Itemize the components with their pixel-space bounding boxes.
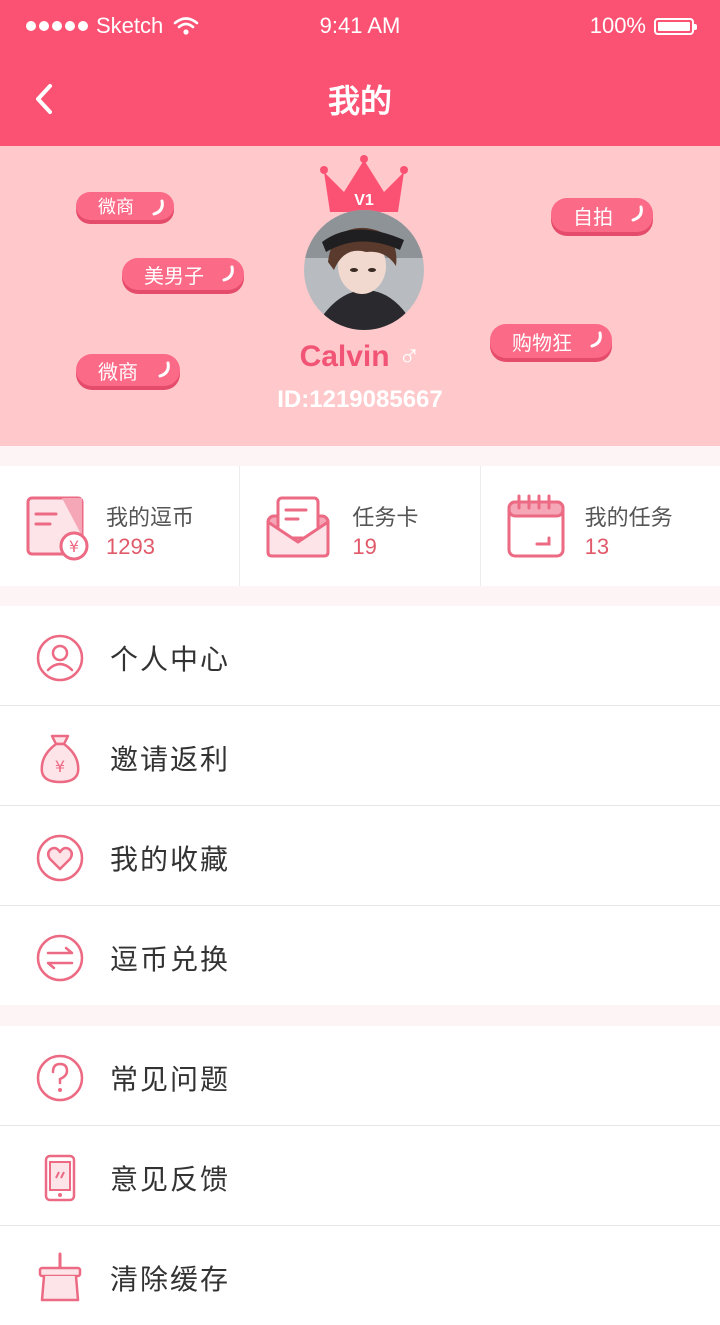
page-title: 我的: [327, 82, 392, 120]
coin-document-icon: ¥: [26, 496, 89, 561]
tag-curl-icon: [631, 205, 643, 222]
stat-task-card[interactable]: 任务卡 19: [239, 466, 479, 586]
stat-label: 我的任务: [584, 506, 673, 531]
user-name-text: Calvin: [299, 340, 390, 373]
menu-item-feedback[interactable]: 意见反馈: [0, 1126, 720, 1226]
person-icon: [36, 634, 84, 682]
crown-level: V1: [354, 192, 374, 209]
stat-value: 13: [584, 534, 610, 559]
menu-label: 邀请返利: [110, 743, 231, 776]
stat-label: 我的逗币: [106, 506, 195, 531]
menu-label: 我的收藏: [110, 843, 231, 876]
stat-my-tasks[interactable]: 我的任务 13: [479, 466, 720, 586]
avatar-block[interactable]: V1: [300, 154, 428, 330]
exchange-arrows-icon: [36, 934, 84, 982]
stats-row: ¥ 我的逗币 1293 任务卡 19 我的任务 13: [0, 466, 720, 586]
status-right: 100%: [589, 13, 697, 39]
stat-value: 19: [352, 534, 377, 559]
tag-curl-icon: [152, 199, 164, 216]
menu-label: 逗币兑换: [110, 943, 231, 976]
crown-icon: V1: [320, 155, 408, 212]
stat-label: 任务卡: [352, 506, 419, 531]
svg-text:¥: ¥: [69, 537, 79, 556]
battery-percent: 100%: [589, 13, 646, 38]
avatar-photo: [304, 210, 424, 330]
avatar[interactable]: [304, 210, 424, 330]
svg-text:¥: ¥: [55, 757, 65, 776]
calendar-icon: [507, 494, 565, 558]
menu-item-faq[interactable]: 常见问题: [0, 1026, 720, 1126]
question-icon: [36, 1054, 84, 1102]
tag-label: 美男子: [144, 263, 204, 288]
status-bar: Sketch 9:41 AM 100%: [0, 0, 720, 52]
tag-label: 微商: [98, 197, 134, 218]
menu-label: 清除缓存: [110, 1263, 231, 1296]
menu-item-invite-rebate[interactable]: ¥ 邀请返利: [0, 706, 720, 806]
menu-label: 常见问题: [110, 1063, 231, 1096]
stat-value: 1293: [106, 534, 155, 559]
gender-male-icon: ♂: [397, 340, 421, 373]
broom-icon: [38, 1252, 82, 1302]
menu-item-personal-center[interactable]: 个人中心: [0, 606, 720, 706]
menu-item-clear-cache[interactable]: 清除缓存: [0, 1226, 720, 1325]
tag-curl-icon: [222, 265, 234, 282]
menu-label: 个人中心: [110, 643, 231, 676]
envelope-icon: [266, 496, 330, 558]
phone-feedback-icon: [44, 1154, 76, 1202]
menu-item-favorites[interactable]: 我的收藏: [0, 806, 720, 906]
heart-icon: [36, 834, 84, 882]
battery-icon: [654, 17, 697, 35]
menu-group-account: 个人中心 ¥ 邀请返利 我的收藏 逗币兑换: [0, 606, 720, 1005]
tag-label: 自拍: [573, 204, 613, 229]
menu-label: 意见反馈: [110, 1163, 231, 1196]
profile-header: 微商 美男子 微商 自拍 购物狂 V1 Calvin ♂ ID:12190856…: [0, 146, 720, 446]
user-name: Calvin ♂: [0, 340, 720, 374]
user-id: ID:1219085667: [277, 386, 443, 413]
stat-coins[interactable]: ¥ 我的逗币 1293: [0, 466, 239, 586]
menu-group-support: 常见问题 意见反馈 清除缓存: [0, 1026, 720, 1325]
nav-bar: 我的: [0, 52, 720, 146]
profile-tag[interactable]: 自拍: [551, 198, 653, 232]
money-bag-icon: ¥: [40, 734, 80, 784]
menu-item-coin-exchange[interactable]: 逗币兑换: [0, 906, 720, 1005]
profile-tag[interactable]: 微商: [76, 192, 174, 220]
profile-tag[interactable]: 美男子: [122, 258, 244, 290]
